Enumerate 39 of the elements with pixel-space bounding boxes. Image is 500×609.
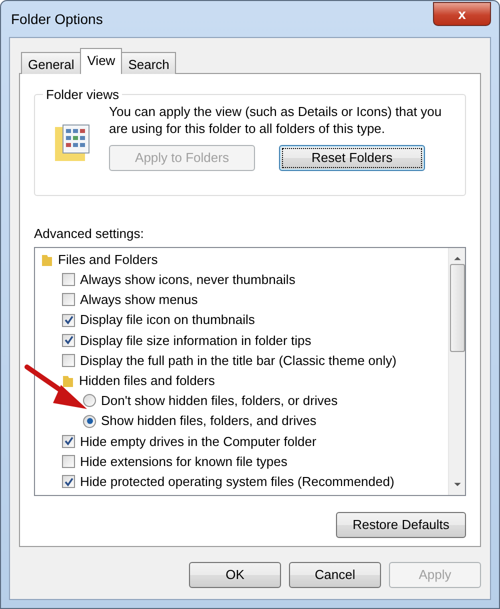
dialog-button[interactable]: OK [189, 562, 281, 588]
radio-button[interactable] [83, 414, 96, 428]
scroll-down-icon[interactable] [454, 482, 460, 486]
option-label: Always show icons, never thumbnails [80, 271, 296, 290]
dialog-button[interactable]: Cancel [289, 562, 381, 588]
checkbox[interactable] [62, 293, 75, 306]
option-label: Show hidden files, folders, and drives [101, 412, 316, 430]
restore-defaults-button[interactable]: Restore Defaults [336, 512, 466, 538]
folder-label: Hidden files and folders [79, 372, 215, 390]
section-label: Advanced settings: [34, 225, 145, 243]
checkbox[interactable] [62, 354, 75, 368]
scrollbar[interactable] [448, 248, 465, 494]
folder-icon [41, 252, 53, 267]
option-label: Hide empty drives in the Computer folder [80, 432, 316, 451]
tab[interactable]: Search [121, 52, 176, 74]
checkbox[interactable] [62, 334, 75, 347]
radio-button[interactable] [83, 394, 96, 408]
checkbox[interactable] [62, 434, 75, 448]
folder-label: Files and Folders [58, 250, 158, 269]
option-label: Display file icon on thumbnails [80, 311, 255, 330]
tab[interactable]: View [80, 48, 122, 74]
checkbox[interactable] [62, 475, 75, 488]
scroll-thumb[interactable] [450, 264, 464, 352]
scroll-up-icon[interactable] [454, 256, 460, 260]
checkbox[interactable] [62, 454, 75, 468]
option-label: Always show menus [80, 291, 198, 310]
option-label: Display the full path in the title bar (Classic theme only) [80, 352, 396, 370]
option-label: Don't show hidden files, folders, or drives [101, 392, 338, 410]
option-label: Hide protected operating system files (Recommended) [80, 472, 394, 491]
window-title: Folder Options [10, 10, 103, 29]
checkbox[interactable] [62, 273, 75, 286]
folder-button[interactable]: Reset Folders [279, 145, 425, 171]
checkbox[interactable] [62, 314, 75, 327]
folder-icon [62, 374, 74, 388]
close-button[interactable]: x [433, 2, 491, 26]
description-text: You can apply the view (such as Details or Icons) that you are using for this folder to all folders of this type. [109, 103, 443, 137]
option-label: Display file size information in folder tips [80, 332, 312, 350]
tab[interactable]: General [21, 52, 82, 74]
option-label: Hide extensions for known file types [80, 452, 288, 471]
